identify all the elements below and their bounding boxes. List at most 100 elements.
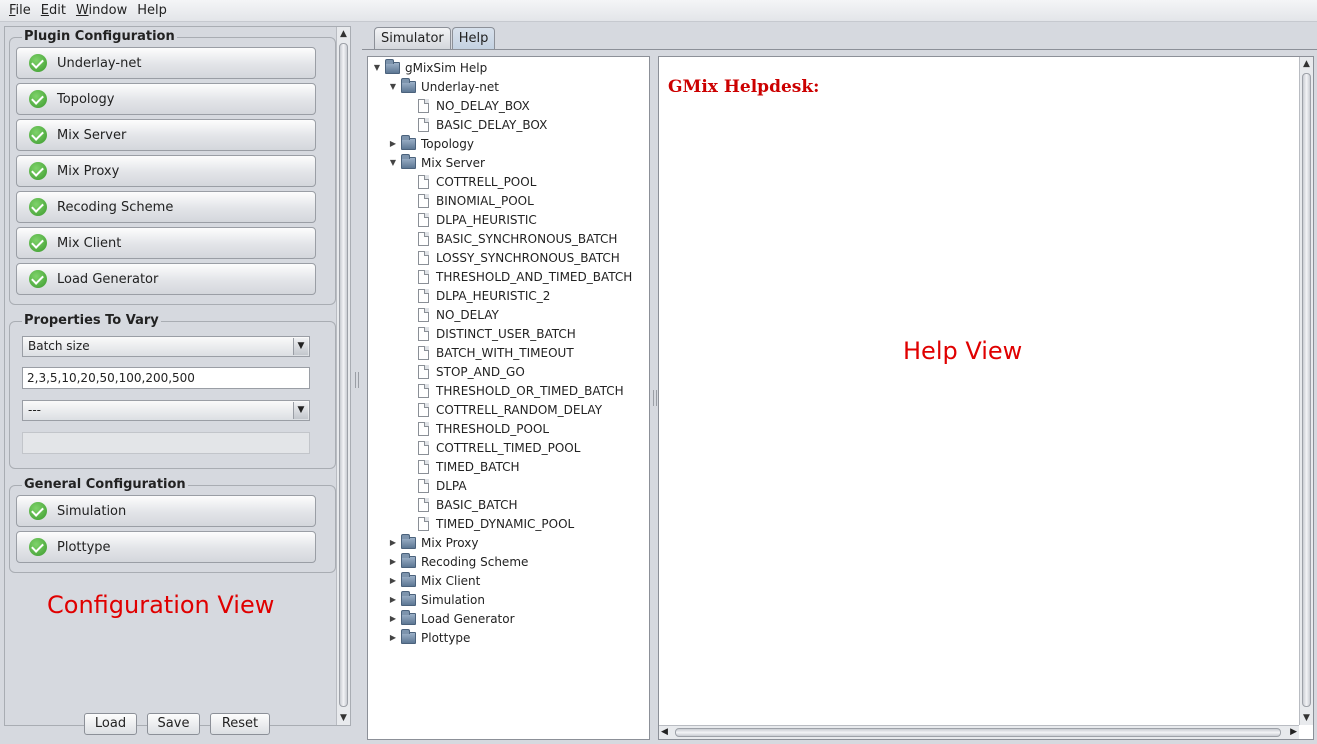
scroll-thumb[interactable] [339, 43, 348, 707]
file-icon [418, 212, 429, 227]
property-values-input[interactable]: 2,3,5,10,20,50,100,200,500 [22, 367, 310, 389]
tree-node-topology[interactable]: ▶ Topology [388, 134, 474, 153]
tab-simulator[interactable]: Simulator [374, 27, 451, 49]
tree-node-plottype[interactable]: ▶ Plottype [388, 628, 470, 647]
second-property-select-value: --- [28, 403, 41, 417]
scroll-thumb[interactable] [675, 728, 1281, 737]
help-vertical-scrollbar[interactable]: ▲ ▼ [1299, 57, 1313, 725]
folder-icon [401, 609, 416, 625]
expanded-icon[interactable]: ▼ [372, 63, 382, 72]
folder-icon [401, 134, 416, 150]
tree-node-recoding-scheme[interactable]: ▶ Recoding Scheme [388, 552, 528, 571]
file-icon [418, 440, 429, 455]
help-horizontal-scrollbar[interactable]: ◀ ▶ [659, 725, 1299, 739]
scroll-left-icon[interactable]: ◀ [661, 726, 668, 739]
file-icon [418, 269, 429, 284]
reset-button[interactable]: Reset [210, 713, 270, 735]
tree-label: BINOMIAL_POOL [436, 193, 534, 208]
expanded-icon[interactable]: ▼ [388, 82, 398, 91]
menu-file[interactable]: File [4, 3, 36, 18]
file-icon [418, 478, 429, 493]
tree-label: NO_DELAY [436, 307, 499, 322]
tree-leaf[interactable]: BINOMIAL_POOL [418, 191, 534, 210]
collapsed-icon[interactable]: ▶ [388, 595, 398, 604]
file-icon [418, 326, 429, 341]
plugin-mix-server-button[interactable]: Mix Server [16, 119, 316, 151]
tree-leaf[interactable]: BASIC_SYNCHRONOUS_BATCH [418, 229, 617, 248]
scroll-down-icon[interactable]: ▼ [1300, 711, 1313, 725]
plugin-mix-client-button[interactable]: Mix Client [16, 227, 316, 259]
tree-leaf[interactable]: NO_DELAY [418, 305, 499, 324]
tree-leaf[interactable]: TIMED_DYNAMIC_POOL [418, 514, 574, 533]
scroll-up-icon[interactable]: ▲ [1300, 57, 1313, 71]
second-property-select[interactable]: --- ▼ [22, 400, 310, 421]
collapsed-icon[interactable]: ▶ [388, 633, 398, 642]
tree-node-mix-proxy[interactable]: ▶ Mix Proxy [388, 533, 478, 552]
tree-node-underlay-net[interactable]: ▼ Underlay-net [388, 77, 499, 96]
collapsed-icon[interactable]: ▶ [388, 557, 398, 566]
tree-leaf[interactable]: NO_DELAY_BOX [418, 96, 530, 115]
plugin-recoding-scheme-button[interactable]: Recoding Scheme [16, 191, 316, 223]
check-icon [29, 270, 47, 288]
menu-edit-label: dit [49, 3, 66, 18]
check-icon [29, 538, 47, 556]
plugin-label: Topology [57, 91, 115, 107]
scroll-thumb[interactable] [1302, 73, 1311, 707]
tree-node-load-generator[interactable]: ▶ Load Generator [388, 609, 515, 628]
collapsed-icon[interactable]: ▶ [388, 139, 398, 148]
tree-leaf[interactable]: DISTINCT_USER_BATCH [418, 324, 576, 343]
tree-leaf[interactable]: COTTRELL_POOL [418, 172, 536, 191]
tree-leaf[interactable]: THRESHOLD_POOL [418, 419, 549, 438]
property-values-text: 2,3,5,10,20,50,100,200,500 [27, 371, 195, 385]
tree-node-mix-server[interactable]: ▼ Mix Server [388, 153, 485, 172]
tree-leaf[interactable]: LOSSY_SYNCHRONOUS_BATCH [418, 248, 620, 267]
tree-leaf[interactable]: THRESHOLD_OR_TIMED_BATCH [418, 381, 624, 400]
folder-icon [401, 77, 416, 93]
expanded-icon[interactable]: ▼ [388, 158, 398, 167]
collapsed-icon[interactable]: ▶ [388, 614, 398, 623]
tree-leaf[interactable]: THRESHOLD_AND_TIMED_BATCH [418, 267, 632, 286]
tree-label: Underlay-net [421, 79, 499, 94]
tree-label: LOSSY_SYNCHRONOUS_BATCH [436, 250, 620, 265]
general-plottype-button[interactable]: Plottype [16, 531, 316, 563]
check-icon [29, 234, 47, 252]
plugin-mix-proxy-button[interactable]: Mix Proxy [16, 155, 316, 187]
load-button[interactable]: Load [84, 713, 137, 735]
plugin-load-generator-button[interactable]: Load Generator [16, 263, 316, 295]
scroll-up-icon[interactable]: ▲ [337, 27, 350, 41]
configuration-scrollbar[interactable]: ▲ ▼ [336, 27, 350, 725]
tree-node-simulation[interactable]: ▶ Simulation [388, 590, 485, 609]
helpdesk-title: GMix Helpdesk: [668, 77, 820, 97]
tree-leaf[interactable]: COTTRELL_TIMED_POOL [418, 438, 580, 457]
tree-leaf[interactable]: BASIC_BATCH [418, 495, 518, 514]
tree-leaf[interactable]: TIMED_BATCH [418, 457, 520, 476]
plugin-topology-button[interactable]: Topology [16, 83, 316, 115]
collapsed-icon[interactable]: ▶ [388, 576, 398, 585]
tree-leaf[interactable]: COTTRELL_RANDOM_DELAY [418, 400, 602, 419]
plugin-underlay-net-button[interactable]: Underlay-net [16, 47, 316, 79]
collapsed-icon[interactable]: ▶ [388, 538, 398, 547]
scroll-right-icon[interactable]: ▶ [1290, 726, 1297, 739]
tree-leaf[interactable]: DLPA_HEURISTIC_2 [418, 286, 550, 305]
tree-leaf[interactable]: DLPA [418, 476, 467, 495]
file-icon [418, 174, 429, 189]
tree-label: DLPA_HEURISTIC [436, 212, 537, 227]
general-configuration-title: General Configuration [22, 477, 188, 492]
tree-node-mix-client[interactable]: ▶ Mix Client [388, 571, 480, 590]
menu-help[interactable]: Help [132, 3, 172, 18]
menu-edit[interactable]: Edit [36, 3, 71, 18]
tree-leaf[interactable]: BATCH_WITH_TIMEOUT [418, 343, 574, 362]
tree-leaf[interactable]: BASIC_DELAY_BOX [418, 115, 547, 134]
help-tree[interactable]: ▼ gMixSim Help ▼ Underlay-net NO_DELAY_BOX… [367, 56, 650, 740]
tree-leaf[interactable]: STOP_AND_GO [418, 362, 525, 381]
general-simulation-button[interactable]: Simulation [16, 495, 316, 527]
tree-root[interactable]: ▼ gMixSim Help [372, 58, 487, 77]
scroll-down-icon[interactable]: ▼ [337, 711, 350, 725]
save-button[interactable]: Save [147, 713, 200, 735]
menu-window[interactable]: Window [71, 3, 132, 18]
tab-help[interactable]: Help [451, 27, 496, 49]
property-select[interactable]: Batch size ▼ [22, 336, 310, 357]
tree-leaf[interactable]: DLPA_HEURISTIC [418, 210, 537, 229]
tree-split-divider-grip[interactable] [653, 390, 657, 406]
split-divider-grip[interactable] [355, 372, 359, 388]
